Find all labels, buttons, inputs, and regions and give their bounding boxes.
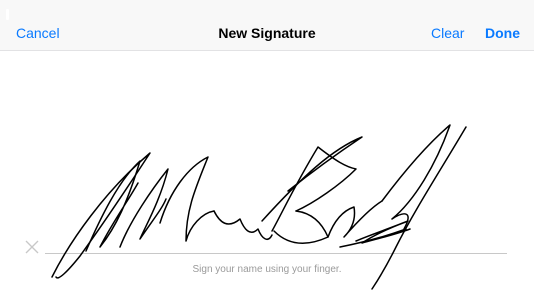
navigation-bar: Cancel New Signature Clear Done: [0, 0, 534, 51]
done-button[interactable]: Done: [485, 22, 520, 44]
signature-canvas[interactable]: Sign your name using your finger.: [0, 51, 534, 300]
signature-strokes: [51, 124, 467, 290]
signature-hint: Sign your name using your finger.: [192, 264, 342, 275]
status-indicator: [6, 9, 9, 20]
clear-button[interactable]: Clear: [431, 22, 464, 44]
